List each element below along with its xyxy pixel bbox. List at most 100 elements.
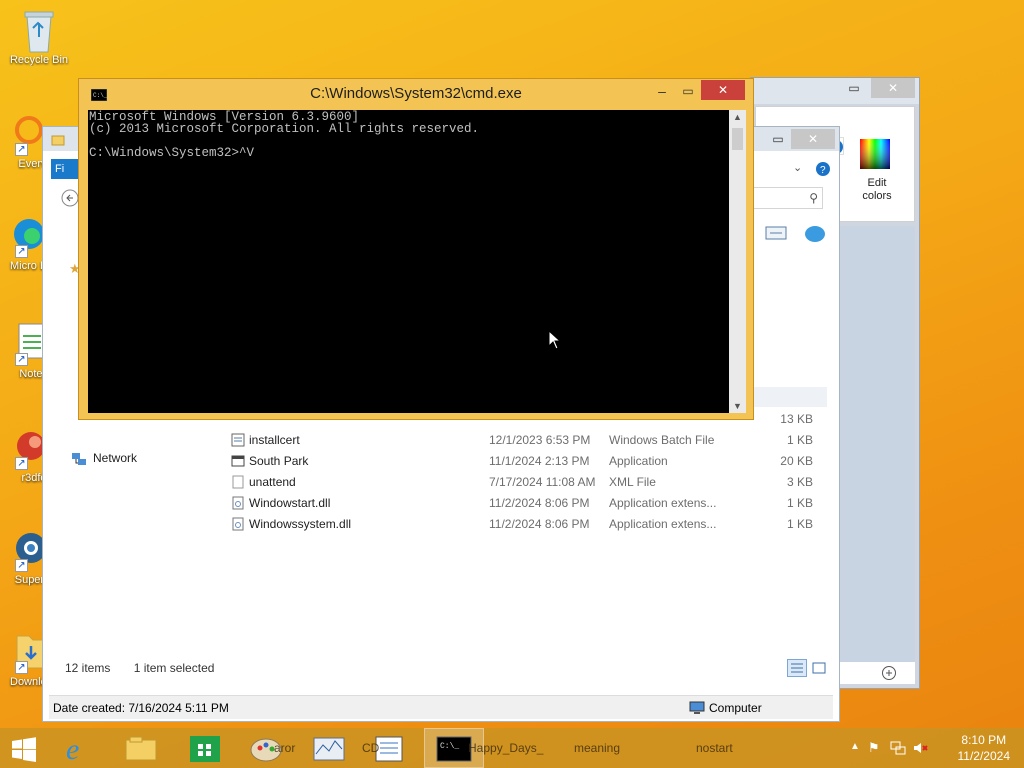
share-icon[interactable]: [803, 223, 827, 246]
svg-text:e: e: [66, 733, 79, 766]
file-name: installcert: [249, 433, 300, 447]
file-date: 11/1/2024 2:13 PM: [489, 454, 590, 468]
date-created-text: Date created: 7/16/2024 5:11 PM: [53, 701, 229, 715]
details-statusbar: Date created: 7/16/2024 5:11 PM Computer: [49, 695, 833, 719]
taskbar-ie[interactable]: e: [52, 728, 112, 768]
details-view-icon[interactable]: [787, 659, 807, 677]
file-date: 11/2/2024 8:06 PM: [489, 496, 590, 510]
close-button[interactable]: ✕: [791, 129, 835, 149]
desktop-icon-recycle-bin[interactable]: Recycle Bin: [6, 8, 72, 66]
search-icon: ⚲: [809, 191, 818, 205]
file-row[interactable]: unattend 7/17/2024 11:08 AM XML File 3 K…: [227, 472, 827, 493]
file-row[interactable]: Windowssystem.dll 11/2/2024 8:06 PM Appl…: [227, 514, 827, 535]
large-icons-view-icon[interactable]: [811, 660, 827, 683]
network-icon: [71, 451, 87, 472]
file-name: Windowstart.dll: [249, 496, 331, 510]
clock-date: 11/2/2024: [957, 749, 1011, 763]
edit-colors-label[interactable]: Edit colors: [852, 177, 902, 203]
maximize-icon[interactable]: ▭: [765, 129, 791, 149]
file-size: 1 KB: [786, 496, 813, 510]
scroll-up-icon[interactable]: ▲: [733, 112, 742, 122]
background-label: aror: [274, 741, 296, 755]
dll-file-icon: [231, 517, 245, 531]
file-type: Windows Batch File: [609, 433, 715, 447]
file-type: Application extens...: [609, 517, 717, 531]
console-line: (c) 2013 Microsoft Corporation. All righ…: [89, 122, 480, 136]
taskbar-perfmon[interactable]: [300, 728, 360, 768]
file-name: South Park: [249, 454, 309, 468]
file-row[interactable]: installcert 12/1/2023 6:53 PM Windows Ba…: [227, 430, 827, 451]
cmd-window[interactable]: C:\_ C:\Windows\System32\cmd.exe – ▭ ✕ M…: [78, 78, 754, 420]
cmd-titlebar[interactable]: C:\_ C:\Windows\System32\cmd.exe – ▭ ✕: [79, 79, 753, 109]
help-icon[interactable]: ?: [815, 161, 831, 180]
system-tray: ▲ ⚑ 8:10 PM 11/2/2024: [844, 728, 1024, 768]
volume-muted-icon[interactable]: [912, 740, 928, 759]
clock[interactable]: 8:10 PM 11/2/2024: [958, 732, 1011, 764]
close-button[interactable]: ✕: [871, 78, 915, 98]
file-size: 3 KB: [786, 475, 813, 489]
console-line: C:\Windows\System32>^V: [89, 146, 255, 160]
scrollbar-thumb[interactable]: [732, 128, 743, 150]
maximize-button[interactable]: ▭: [675, 81, 701, 101]
show-hidden-icons-icon[interactable]: ▲: [850, 741, 860, 752]
file-row[interactable]: South Park 11/1/2024 2:13 PM Application…: [227, 451, 827, 472]
file-type: Application: [609, 454, 668, 468]
file-name: unattend: [249, 475, 296, 489]
scroll-down-icon[interactable]: ▼: [733, 401, 742, 411]
downloads-folder-icon: ↗: [5, 630, 46, 674]
taskbar-store[interactable]: [176, 728, 236, 768]
vertical-scrollbar[interactable]: ▲ ▼: [729, 110, 746, 413]
supermium-icon: ↗: [5, 528, 46, 572]
selection-count: 1 item selected: [133, 661, 215, 675]
console-output[interactable]: Microsoft Windows [Version 6.3.9600] (c) …: [88, 110, 728, 413]
back-arrow-icon[interactable]: [61, 189, 79, 210]
mouse-cursor-icon: [548, 329, 562, 353]
file-type: XML File: [609, 475, 656, 489]
desktop-icon-label: Recycle Bin: [9, 54, 69, 66]
shortcut-arrow-icon: ↗: [15, 661, 28, 674]
nav-item-network[interactable]: Network: [71, 449, 137, 467]
svg-text:C:\_: C:\_: [440, 742, 459, 751]
computer-icon: [689, 700, 705, 724]
action-center-flag-icon[interactable]: ⚑: [868, 740, 880, 756]
xml-file-icon: [231, 475, 245, 489]
file-size: 1 KB: [786, 517, 813, 531]
network-tray-icon[interactable]: [890, 740, 906, 759]
zoom-in-icon[interactable]: [881, 665, 897, 684]
item-count: 12 items: [65, 661, 111, 675]
recycle-bin-icon: [19, 8, 59, 53]
shortcut-arrow-icon: ↗: [15, 353, 28, 366]
file-type: Application extens...: [609, 496, 717, 510]
folder-icon: [51, 133, 65, 150]
shortcut-arrow-icon: ↗: [15, 457, 28, 470]
minimize-button[interactable]: –: [649, 81, 675, 101]
background-label: Happy_Days_: [468, 741, 544, 755]
email-icon[interactable]: [765, 225, 787, 244]
close-button[interactable]: ✕: [701, 80, 745, 100]
clock-time: 8:10 PM: [961, 733, 1007, 747]
search-input[interactable]: ⚲: [751, 187, 823, 209]
file-date: 12/1/2023 6:53 PM: [489, 433, 591, 447]
file-row[interactable]: Windowstart.dll 11/2/2024 8:06 PM Applic…: [227, 493, 827, 514]
shortcut-arrow-icon: ↗: [15, 559, 28, 572]
minimize-icon[interactable]: ▭: [841, 78, 867, 98]
color-palette-icon[interactable]: [860, 139, 890, 171]
dll-file-icon: [231, 496, 245, 510]
batch-file-icon: [231, 433, 245, 447]
file-date: 7/17/2024 11:08 AM: [489, 475, 596, 489]
r3dfox-icon: ↗: [5, 426, 45, 470]
file-size: 13 KB: [780, 412, 813, 426]
taskbar: e C:\_ aror CD Happy_Days_ meaning nosta…: [0, 728, 1024, 768]
cmd-console[interactable]: Microsoft Windows [Version 6.3.9600] (c) …: [88, 110, 746, 413]
file-date: 11/2/2024 8:06 PM: [489, 517, 590, 531]
taskbar-file-explorer[interactable]: [112, 728, 172, 768]
background-label: CD: [362, 741, 380, 755]
background-label: meaning: [574, 741, 621, 755]
explorer-footer: 12 items 1 item selected: [43, 657, 839, 679]
everything-icon: ↗: [5, 112, 45, 156]
chevron-down-icon[interactable]: ⌄: [793, 161, 802, 174]
file-size: 20 KB: [780, 454, 813, 468]
notepad-icon: ↗: [5, 322, 46, 366]
start-button[interactable]: [0, 728, 48, 768]
file-name: Windowssystem.dll: [249, 517, 352, 531]
